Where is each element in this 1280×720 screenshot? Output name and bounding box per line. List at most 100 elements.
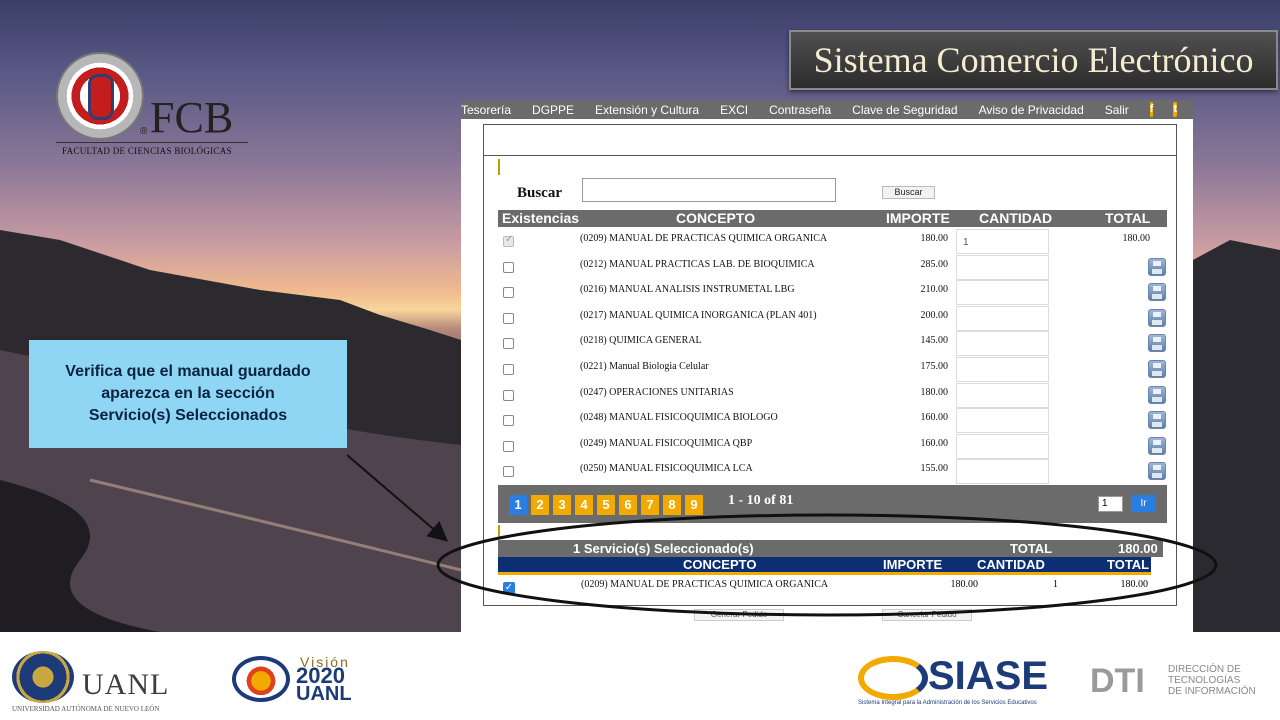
quantity-input[interactable]	[956, 459, 1049, 485]
selected-total: 180.00	[1120, 579, 1149, 590]
nav-item-contrasena[interactable]: Contraseña	[769, 103, 831, 117]
page-link[interactable]: 3	[553, 495, 571, 515]
quantity-input[interactable]	[956, 408, 1049, 434]
vision-2020-icon	[232, 656, 290, 702]
fcb-subtitle: FACULTAD DE CIENCIAS BIOLÓGICAS	[62, 146, 232, 156]
sel-col-total: TOTAL	[1107, 557, 1150, 572]
fcb-logo: ® FCB FACULTAD DE CIENCIAS BIOLÓGICAS	[56, 52, 256, 160]
search-label: Buscar	[517, 185, 562, 201]
twitter-icon[interactable]: t	[1173, 102, 1178, 117]
col-existencias: Existencias	[502, 210, 580, 226]
page-link[interactable]: 9	[685, 495, 703, 515]
page-link[interactable]: 1	[509, 495, 527, 515]
page-link[interactable]: 8	[663, 495, 681, 515]
quantity-input[interactable]	[956, 331, 1049, 357]
page-link[interactable]: 5	[597, 495, 615, 515]
page-number-input[interactable]: 1	[1098, 496, 1123, 512]
sel-col-importe: IMPORTE	[883, 557, 943, 572]
page-link[interactable]: 2	[531, 495, 549, 515]
quantity-input[interactable]	[956, 433, 1049, 459]
sel-col-cantidad: CANTIDAD	[977, 557, 1045, 572]
fcb-registered-mark: ®	[140, 126, 148, 137]
row-concept: (0209) MANUAL DE PRACTICAS QUIMICA ORGAN…	[580, 233, 828, 244]
row-checkbox[interactable]	[503, 261, 514, 273]
row-importe: 285.00	[920, 258, 949, 270]
dti-subtitle-line: DE INFORMACIÓN	[1168, 686, 1256, 697]
nav-item-aviso-privacidad[interactable]: Aviso de Privacidad	[979, 103, 1084, 117]
save-icon[interactable]	[1148, 360, 1166, 378]
selected-services-header: 1 Servicio(s) Seleccionado(s) TOTAL 180.…	[498, 540, 1163, 557]
col-importe: IMPORTE	[886, 210, 950, 226]
quantity-input[interactable]	[956, 305, 1049, 331]
row-concept: (0217) MANUAL QUIMICA INORGANICA (PLAN 4…	[580, 309, 817, 321]
quantity-input[interactable]	[956, 382, 1049, 408]
dti-subtitle-line: TECNOLOGÍAS	[1168, 675, 1241, 686]
save-icon[interactable]	[1148, 257, 1166, 276]
row-concept: (0247) OPERACIONES UNITARIAS	[580, 386, 734, 398]
row-checkbox[interactable]	[503, 466, 514, 478]
save-icon[interactable]	[1148, 334, 1166, 353]
save-icon[interactable]	[1148, 385, 1166, 404]
row-checkbox[interactable]	[503, 415, 514, 427]
page-link[interactable]: 6	[619, 495, 637, 515]
cancel-order-button[interactable]: Cancelar Pedido	[882, 609, 972, 621]
nav-item-extension-cultura[interactable]: Extensión y Cultura	[595, 103, 699, 117]
col-total: TOTAL	[1105, 210, 1151, 226]
pagination-bar: 123456789 1 - 10 of 81 1 Ir	[498, 485, 1167, 523]
row-checkbox[interactable]	[503, 287, 514, 299]
quantity-input[interactable]	[956, 254, 1049, 280]
save-icon[interactable]	[1148, 436, 1166, 455]
row-importe: 155.00	[920, 463, 949, 475]
row-importe: 180.00	[920, 233, 949, 244]
fcb-seal-icon	[56, 52, 144, 140]
table-row: (0247) OPERACIONES UNITARIAS 180.00	[498, 382, 1167, 408]
dti-logo-text: DTI	[1090, 662, 1145, 700]
callout-line: Verifica que el manual guardado	[65, 363, 311, 380]
generate-order-button[interactable]: Generar Pedido	[694, 609, 784, 621]
row-checkbox[interactable]	[503, 338, 514, 350]
table-row: (0216) MANUAL ANALISIS INSTRUMETAL LBG 21…	[498, 280, 1167, 306]
row-checkbox[interactable]	[503, 234, 514, 247]
selected-total-label: TOTAL	[1010, 541, 1053, 556]
nav-item-exci[interactable]: EXCI	[720, 103, 748, 117]
row-concept: (0250) MANUAL FISICOQUIMICA LCA	[580, 463, 753, 475]
footer-band	[0, 632, 1280, 720]
row-checkbox[interactable]	[503, 389, 514, 401]
row-checkbox[interactable]	[503, 364, 514, 375]
table-row: (0248) MANUAL FISICOQUIMICA BIOLOGO 160.0…	[498, 408, 1167, 434]
selected-columns-header: CONCEPTO IMPORTE CANTIDAD TOTAL	[498, 557, 1151, 575]
save-icon[interactable]	[1148, 411, 1166, 430]
dti-subtitle-line: DIRECCIÓN DE	[1168, 664, 1241, 675]
page-link[interactable]: 7	[641, 495, 659, 515]
row-concept: (0249) MANUAL FISICOQUIMICA QBP	[580, 437, 753, 449]
row-checkbox[interactable]	[503, 312, 514, 324]
row-concept: (0216) MANUAL ANALISIS INSTRUMETAL LBG	[580, 284, 795, 296]
slide-title: Sistema Comercio Electrónico	[789, 30, 1278, 90]
uanl-subtitle: UNIVERSIDAD AUTÓNOMA DE NUEVO LEÓN	[12, 705, 160, 713]
save-icon[interactable]	[1148, 283, 1166, 302]
row-total: 180.00	[1122, 233, 1151, 244]
quantity-input[interactable]	[956, 357, 1049, 382]
search-button[interactable]: Buscar	[882, 186, 935, 199]
nav-item-clave-seguridad[interactable]: Clave de Seguridad	[852, 103, 957, 117]
row-importe: 210.00	[920, 284, 949, 296]
table-row: (0221) Manual Biologia Celular 175.00	[498, 357, 1167, 382]
search-input[interactable]	[582, 178, 836, 202]
nav-item-dgppe[interactable]: DGPPE	[532, 103, 574, 117]
selected-checkbox[interactable]: ✓	[503, 582, 515, 594]
nav-item-tesoreria[interactable]: Tesorería	[461, 103, 511, 117]
row-checkbox[interactable]	[503, 440, 514, 452]
quantity-input[interactable]: 1	[956, 229, 1049, 254]
facebook-icon[interactable]: f	[1149, 102, 1154, 117]
col-concepto: CONCEPTO	[676, 210, 756, 226]
siase-logo-text: SIASE	[928, 654, 1049, 698]
table-row: (0212) MANUAL PRACTICAS LAB. DE BIOQUIMI…	[498, 254, 1167, 280]
table-header: Existencias CONCEPTO IMPORTE CANTIDAD TO…	[498, 210, 1167, 227]
nav-item-salir[interactable]: Salir	[1105, 103, 1129, 117]
quantity-input[interactable]	[956, 280, 1049, 306]
go-button[interactable]: Ir	[1131, 495, 1156, 512]
save-icon[interactable]	[1148, 308, 1166, 327]
save-icon[interactable]	[1148, 462, 1166, 481]
selected-row: ✓ (0209) MANUAL DE PRACTICAS QUIMICA ORG…	[498, 577, 1163, 599]
page-link[interactable]: 4	[575, 495, 593, 515]
